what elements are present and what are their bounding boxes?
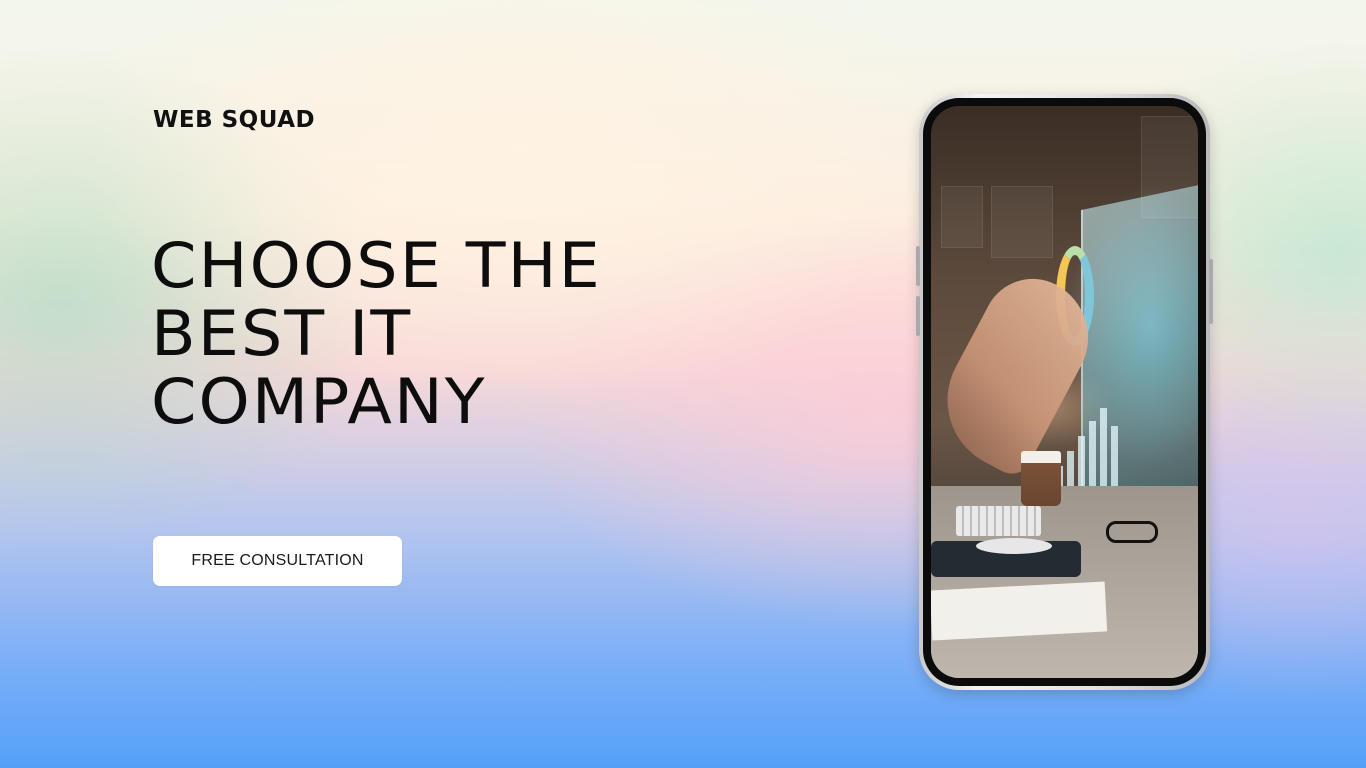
background-window [941,186,983,248]
headline-line-2: BEST IT [151,297,413,370]
brand-logo-text: WEB SQUAD [153,107,316,133]
headline-line-3: COMPANY [151,365,487,438]
eyeglasses [1106,521,1158,543]
hero-headline: CHOOSE THE BEST IT COMPANY [151,232,739,436]
headline-line-1: CHOOSE THE [151,229,602,302]
phone-bezel [923,98,1206,686]
computer-mouse [976,538,1052,554]
background-window [991,186,1053,258]
coffee-cup [1021,451,1061,506]
keyboard [956,506,1041,536]
phone-screen-image [931,106,1198,678]
phone-mockup [916,94,1213,690]
paper-document [931,581,1108,641]
free-consultation-button[interactable]: FREE CONSULTATION [153,536,402,586]
holographic-bar-chart [1056,406,1136,496]
phone-volume-down-button [916,296,920,336]
phone-power-button [1209,259,1213,324]
phone-volume-up-button [916,246,920,286]
